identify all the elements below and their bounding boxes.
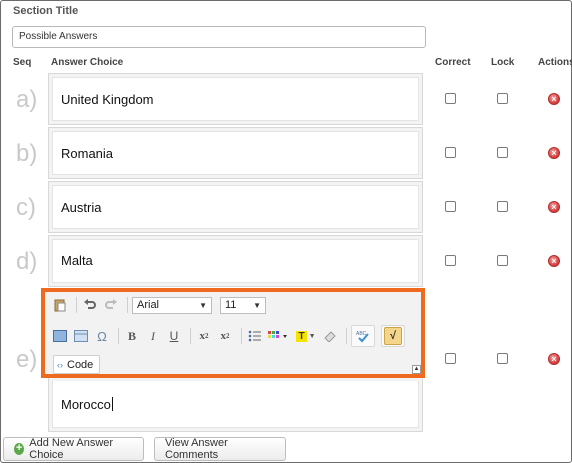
seq-label: e) [16, 346, 38, 373]
chevron-down-icon: ▼ [253, 300, 261, 310]
lock-checkbox[interactable] [497, 93, 508, 104]
delete-icon[interactable]: × [548, 201, 560, 213]
toolbar-separator [118, 328, 119, 344]
bold-icon[interactable]: B [123, 327, 141, 345]
insert-table-icon[interactable] [72, 327, 90, 345]
plus-icon: + [14, 442, 25, 455]
lock-checkbox[interactable] [497, 201, 508, 212]
rich-text-toolbar: Arial ▼ 11 ▼ Ω B I U x2 x2 T ▼ ABC √ ‹› … [41, 288, 425, 378]
toolbar-separator [346, 328, 347, 344]
seq-label: a) [16, 86, 38, 113]
seq-label: b) [16, 140, 38, 167]
view-comments-label: View Answer Comments [165, 437, 228, 461]
code-icon: ‹› [57, 359, 63, 370]
answer-text[interactable]: Morocco [52, 381, 419, 428]
lock-checkbox[interactable] [497, 353, 508, 364]
font-family-select[interactable]: Arial ▼ [132, 296, 212, 314]
lock-checkbox[interactable] [497, 147, 508, 158]
correct-checkbox[interactable] [445, 147, 456, 158]
insert-image-icon[interactable] [51, 327, 69, 345]
delete-icon[interactable]: × [548, 255, 560, 267]
spellcheck-group: ABC [351, 325, 375, 347]
lock-checkbox[interactable] [497, 255, 508, 266]
answer-text[interactable]: Austria [52, 185, 419, 229]
spellcheck-icon[interactable]: ABC [354, 327, 372, 345]
highlight-icon[interactable]: T ▼ [294, 327, 318, 345]
correct-checkbox[interactable] [445, 201, 456, 212]
superscript-icon[interactable]: x2 [216, 327, 234, 345]
answer-text[interactable]: Malta [52, 239, 419, 283]
answer-choice-field[interactable]: Romania [48, 127, 423, 179]
chevron-down-icon: ▼ [199, 300, 207, 310]
delete-icon[interactable]: × [548, 93, 560, 105]
paste-icon[interactable] [51, 296, 69, 314]
seq-label: c) [16, 194, 36, 221]
correct-checkbox[interactable] [445, 255, 456, 266]
section-title-input[interactable]: Possible Answers [12, 26, 426, 48]
toolbar-row-1: Arial ▼ 11 ▼ [51, 296, 274, 314]
equation-icon[interactable]: √ [384, 327, 402, 345]
add-answer-label: Add New Answer Choice [29, 437, 114, 461]
font-size-value: 11 [225, 298, 237, 311]
redo-icon[interactable] [102, 296, 120, 314]
toolbar-separator [241, 328, 242, 344]
seq-label: d) [16, 248, 38, 275]
lock-column-header: Lock [491, 57, 515, 68]
delete-icon[interactable]: × [548, 353, 560, 365]
answer-text[interactable]: Romania [52, 131, 419, 175]
font-family-value: Arial [137, 298, 160, 311]
subscript-icon[interactable]: x2 [195, 327, 213, 345]
toolbar-row-2: Ω B I U x2 x2 T ▼ ABC √ [51, 325, 411, 347]
code-label: Code [67, 358, 94, 371]
view-answer-comments-button[interactable]: View Answer Comments [154, 437, 286, 461]
toolbar-separator [190, 328, 191, 344]
bullet-list-icon[interactable] [246, 327, 264, 345]
answer-choice-field[interactable]: Malta [48, 235, 423, 287]
underline-icon[interactable]: U [165, 327, 183, 345]
toolbar-separator [127, 297, 128, 313]
actions-column-header: Actions [538, 57, 572, 68]
italic-icon[interactable]: I [144, 327, 162, 345]
answer-choice-field[interactable]: Austria [48, 181, 423, 233]
correct-checkbox[interactable] [445, 353, 456, 364]
correct-column-header: Correct [435, 57, 471, 68]
seq-column-header: Seq [13, 57, 32, 68]
undo-icon[interactable] [81, 296, 99, 314]
answer-column-header: Answer Choice [51, 57, 124, 68]
answer-choice-field[interactable]: United Kingdom [48, 73, 423, 125]
section-title-label: Section Title [13, 5, 79, 17]
text-cursor [111, 397, 113, 411]
answer-text-value: Morocco [61, 396, 111, 412]
eraser-icon[interactable] [321, 327, 339, 345]
text-color-icon[interactable] [267, 327, 291, 345]
add-answer-choice-button[interactable]: + Add New Answer Choice [3, 437, 144, 461]
answer-choice-field[interactable]: Morocco [48, 378, 423, 432]
correct-checkbox[interactable] [445, 93, 456, 104]
code-view-button[interactable]: ‹› Code [53, 355, 101, 374]
equation-group: √ [381, 325, 405, 347]
special-character-icon[interactable]: Ω [93, 327, 111, 345]
font-size-select[interactable]: 11 ▼ [220, 296, 266, 314]
delete-icon[interactable]: × [548, 147, 560, 159]
expand-toolbar-icon[interactable]: ▲ [412, 365, 421, 374]
toolbar-separator [76, 297, 77, 313]
answer-text[interactable]: United Kingdom [52, 77, 419, 121]
